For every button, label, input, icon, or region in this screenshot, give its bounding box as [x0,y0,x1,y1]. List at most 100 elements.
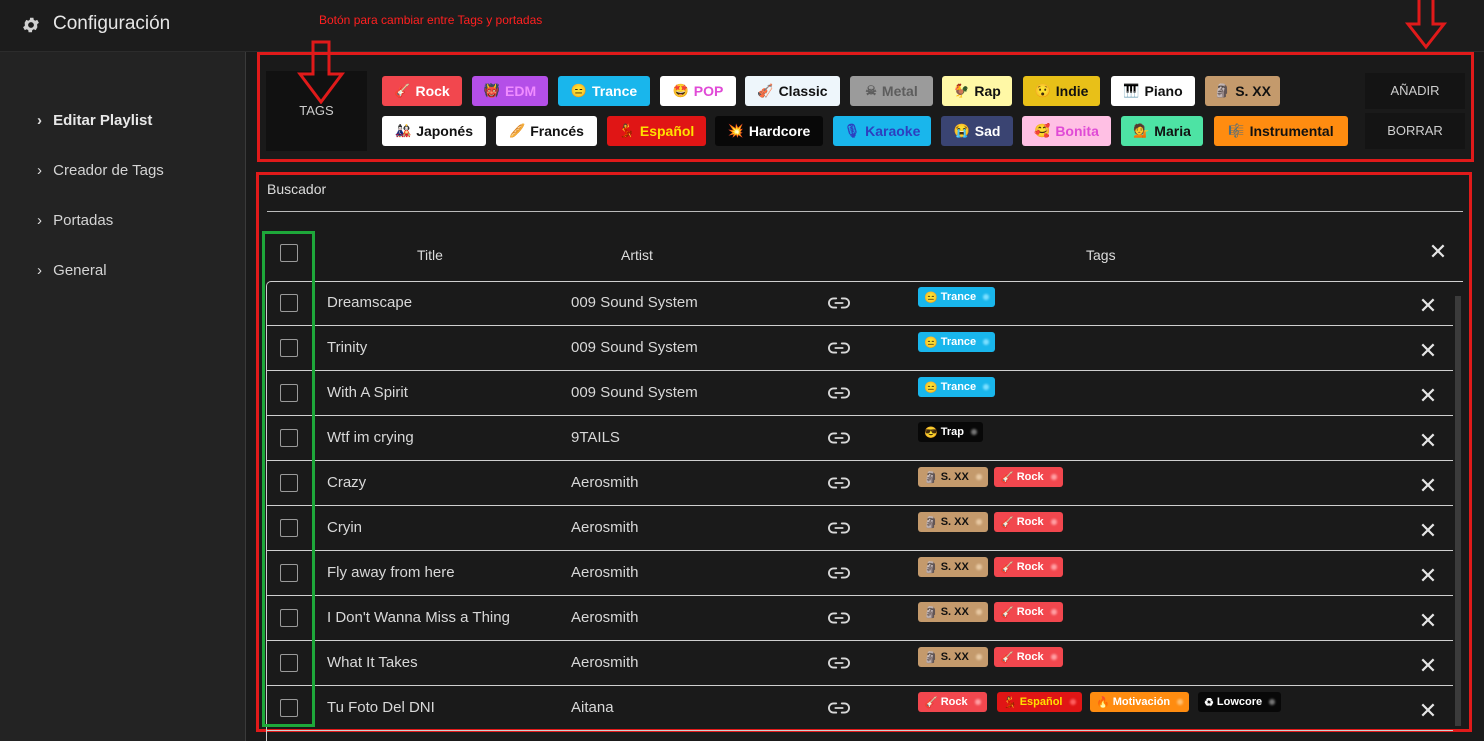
tag-pill[interactable]: 🥖 Francés [496,116,597,146]
tag-pill[interactable]: 🐓 Rap [942,76,1012,106]
tag-pill[interactable]: 💃 Español [607,116,706,146]
table-row[interactable]: I Don't Wanna Miss a Thing Aerosmith 🗿 S. X… [266,596,1453,641]
link-icon[interactable] [828,476,850,490]
link-icon[interactable] [828,521,850,535]
song-title: Wtf im crying [327,429,414,446]
tag-pill[interactable]: 🤩 POP [660,76,736,106]
sidebar-item-portadas[interactable]: › Portadas [37,212,113,229]
tag-pill[interactable]: 😭 Sad [941,116,1013,146]
tag-pill[interactable]: 🎼 Instrumental [1214,116,1348,146]
link-icon[interactable] [828,296,850,310]
row-tag[interactable]: 😑 Trance [918,377,996,397]
tag-pill[interactable]: 🎙 Karaoke [833,116,931,146]
tag-pill[interactable]: 🎻 Classic [745,76,840,106]
row-tag[interactable]: 🗿 S. XX [918,467,988,487]
row-tag-label: Rock [1016,471,1044,483]
remove-row-close-icon[interactable]: ✕ [1418,521,1438,543]
row-tag[interactable]: 🎸 Rock [994,467,1063,487]
remove-row-close-icon[interactable]: ✕ [1418,566,1438,588]
tag-emoji-icon: 🗿 [924,471,938,484]
chevron-right-icon: › [37,262,42,279]
tag-pill[interactable]: 😑 Trance [558,76,650,106]
row-tag[interactable]: 😑 Trance [918,287,996,307]
row-tag[interactable]: 💃 Español [997,692,1082,712]
remove-row-close-icon[interactable]: ✕ [1418,296,1438,318]
tag-pill[interactable]: 👹 EDM [472,76,548,106]
row-tag[interactable]: 🎸 Rock [994,512,1063,532]
link-icon[interactable] [828,431,850,445]
row-tag[interactable]: 😎 Trap [918,422,983,442]
row-tag[interactable]: 🗿 S. XX [918,512,988,532]
row-tag[interactable]: 😑 Trance [918,332,996,352]
row-tag[interactable]: 🗿 S. XX [918,602,988,622]
song-artist: 009 Sound System [571,384,698,401]
row-tag[interactable]: 🎸 Rock [994,557,1063,577]
tag-pill[interactable]: 🗿 S. XX [1205,76,1280,106]
song-title: Crazy [327,474,367,491]
link-icon[interactable] [828,656,850,670]
row-tag[interactable]: 🗿 S. XX [918,647,988,667]
tag-emoji-icon: 🎼 [1228,123,1245,138]
row-tag-label: Rock [1016,561,1044,573]
remove-row-close-icon[interactable]: ✕ [1418,656,1438,678]
sidebar-item-label: Portadas [53,212,114,229]
scrollbar[interactable] [1455,296,1461,726]
link-icon[interactable] [828,701,850,715]
tag-dot-icon [1269,699,1276,705]
clear-all-close-icon[interactable]: ✕ [1428,242,1448,264]
tag-pill[interactable]: 🥰 Bonita [1022,116,1111,146]
sidebar-item-general[interactable]: › General [37,262,107,279]
tag-emoji-icon: 👹 [483,83,501,98]
link-icon[interactable] [828,611,850,625]
link-icon[interactable] [828,566,850,580]
remove-row-close-icon[interactable]: ✕ [1418,701,1438,723]
tag-pill[interactable]: 💥 Hardcore [715,116,823,146]
tag-pill[interactable]: 😯 Indie [1023,76,1100,106]
row-tag[interactable]: 🗿 S. XX [918,557,988,577]
sidebar-item-editar-playlist[interactable]: › Editar Playlist [37,112,152,129]
table-row[interactable]: Tu Foto Del DNI Aitana 🎸 Rock 💃 Español 🔥 Motiv… [266,686,1453,731]
song-artist: 009 Sound System [571,294,698,311]
table-row[interactable]: Cryin Aerosmith 🗿 S. XX 🎸 Rock ✕ [266,506,1453,551]
tag-pill-label: Instrumental [1249,123,1334,139]
table-row[interactable]: Trinity 009 Sound System 😑 Trance ✕ [266,326,1453,371]
row-tag[interactable]: ♻ Lowcore [1198,692,1282,712]
tag-dot-icon [983,294,990,300]
tag-emoji-icon: 💁 [1133,123,1150,138]
table-row[interactable]: What It Takes Aerosmith 🗿 S. XX 🎸 Rock ✕ [266,641,1453,686]
table-row[interactable]: Wtf im crying 9TAILS 😎 Trap ✕ [266,416,1453,461]
tag-pill-label: Sad [974,123,1001,139]
row-tag[interactable]: 🎸 Rock [918,692,987,712]
tag-pill[interactable]: 🎹 Piano [1111,76,1195,106]
row-tag-label: Trap [940,426,964,438]
tag-pill[interactable]: 🎸 Rock [382,76,462,106]
table-row[interactable]: With A Spirit 009 Sound System 😑 Trance ✕ [266,371,1453,416]
row-tag[interactable]: 🎸 Rock [994,647,1063,667]
tag-pill[interactable]: 🎎 Japonés [382,116,486,146]
table-row[interactable]: Crazy Aerosmith 🗿 S. XX 🎸 Rock ✕ [266,461,1453,506]
remove-row-close-icon[interactable]: ✕ [1418,476,1438,498]
remove-row-close-icon[interactable]: ✕ [1418,431,1438,453]
tag-pill[interactable]: ☠ Metal [850,76,933,106]
row-tag[interactable]: 🎸 Rock [994,602,1063,622]
remove-row-close-icon[interactable]: ✕ [1418,341,1438,363]
link-icon[interactable] [828,341,850,355]
add-button[interactable]: AÑADIR [1365,73,1465,109]
table-row[interactable]: Dreamscape 009 Sound System 😑 Trance ✕ [266,281,1453,326]
remove-row-close-icon[interactable]: ✕ [1418,386,1438,408]
tag-pill-label: Indie [1055,83,1089,99]
link-icon[interactable] [828,386,850,400]
row-tag-label: Motivación [1112,696,1171,708]
tag-pill-label: Español [639,123,695,139]
sidebar-item-creador-de-tags[interactable]: › Creador de Tags [37,162,164,179]
delete-button[interactable]: BORRAR [1365,113,1465,149]
tag-pill[interactable]: 💁 Maria [1121,116,1203,146]
remove-row-close-icon[interactable]: ✕ [1418,611,1438,633]
tag-dot-icon [1177,699,1184,705]
tag-pill-label: Francés [530,123,584,139]
table-row[interactable]: Fly away from here Aerosmith 🗿 S. XX 🎸 Rock ✕ [266,551,1453,596]
column-header-artist: Artist [621,247,653,263]
tag-dot-icon [983,384,990,390]
tag-emoji-icon: 😑 [924,336,938,349]
row-tag[interactable]: 🔥 Motivación [1090,692,1190,712]
